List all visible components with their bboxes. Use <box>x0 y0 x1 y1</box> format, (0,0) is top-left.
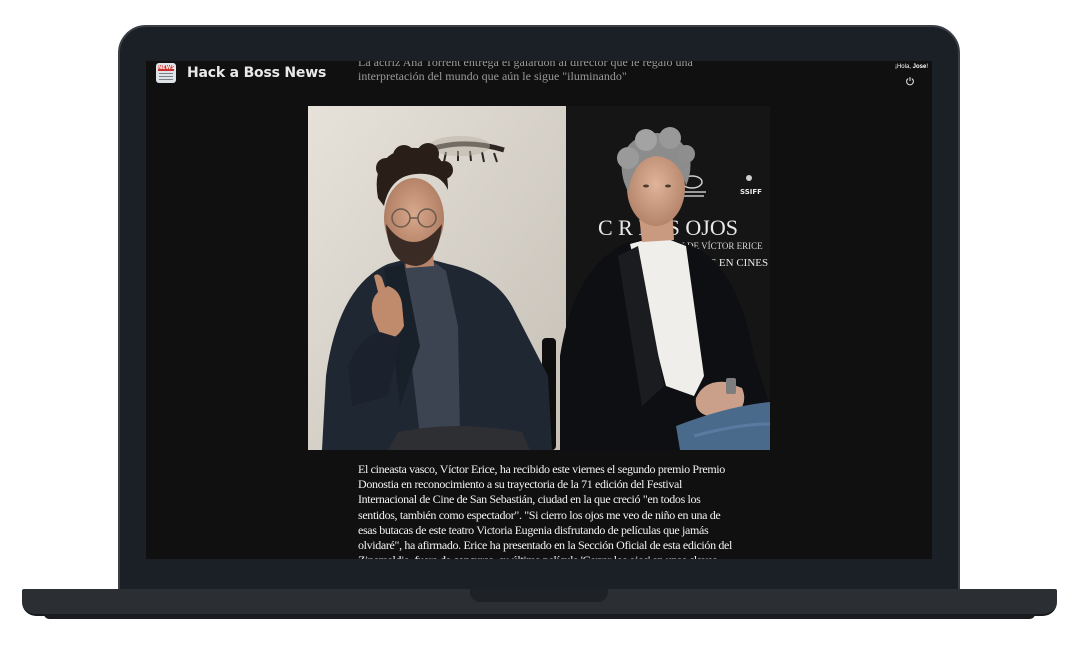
laptop-screen: NEWS Hack a Boss News ¡Hola, Jose! La ac… <box>146 61 932 559</box>
greeting-suffix: ! <box>926 64 928 70</box>
user-greeting: ¡Hola, Jose! <box>895 64 928 70</box>
power-icon[interactable] <box>905 76 915 86</box>
user-name: Jose <box>912 64 927 70</box>
news-logo-icon[interactable]: NEWS <box>156 63 176 83</box>
laptop-base-foot <box>44 614 1035 619</box>
brand-title[interactable]: Hack a Boss News <box>187 65 326 81</box>
article-photo: C R LOS OJOS UN FILM DE VÍCTOR ERICE PRE… <box>308 106 770 450</box>
laptop-mockup: NEWS Hack a Boss News ¡Hola, Jose! La ac… <box>0 0 1086 645</box>
laptop-trackpad-notch <box>470 589 608 602</box>
greeting-prefix: ¡Hola, <box>894 64 913 70</box>
article-body: El cineasta vasco, Víctor Erice, ha reci… <box>358 462 732 559</box>
app-header: NEWS Hack a Boss News ¡Hola, Jose! <box>146 61 932 91</box>
festival-badge: SSIFF <box>740 188 762 196</box>
